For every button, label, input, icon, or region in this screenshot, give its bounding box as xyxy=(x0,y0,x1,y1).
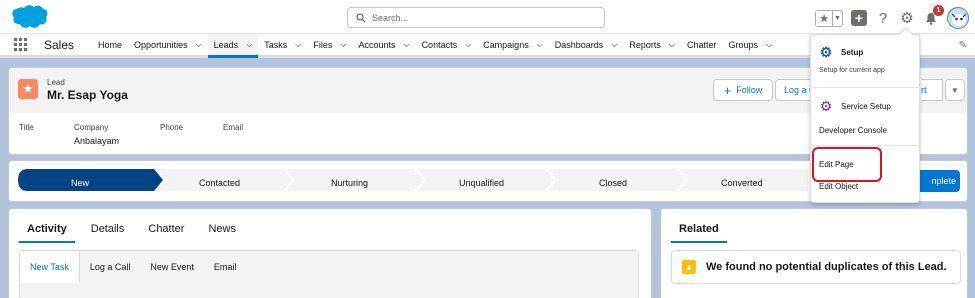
global-header: Search... ★ ▼ + ? ⚙ 1 xyxy=(0,0,975,34)
field-label-company: Company xyxy=(74,123,109,132)
setup-menu-item-service-setup[interactable]: ⚙ Service Setup xyxy=(819,97,891,114)
tab-details[interactable]: Details xyxy=(83,217,133,243)
search-icon xyxy=(356,12,366,22)
nav-item-leads[interactable]: Leads ⌵ xyxy=(207,34,259,58)
subtab-new-event[interactable]: New Event xyxy=(140,251,204,283)
chevron-down-icon[interactable]: ⌵ xyxy=(766,40,772,50)
gear-icon: ⚙ xyxy=(819,97,833,114)
nav-item-contacts[interactable]: Contacts ⌵ xyxy=(416,33,478,57)
mark-complete-button[interactable]: nplete xyxy=(914,170,960,192)
field-label-email: Email xyxy=(223,123,244,132)
subtab-log-a-call[interactable]: Log a Call xyxy=(80,251,141,283)
star-icon: ★ xyxy=(816,10,833,26)
path-stage-label[interactable]: Contacted xyxy=(199,178,240,188)
activity-panel: Activity Details Chatter News New Task L… xyxy=(8,208,652,298)
tab-news[interactable]: News xyxy=(200,217,244,243)
favorites-button[interactable]: ★ ▼ xyxy=(815,9,843,27)
follow-button[interactable]: + Follow xyxy=(713,79,773,101)
subtab-new-task[interactable]: New Task xyxy=(20,251,80,283)
global-actions-plus-icon[interactable]: + xyxy=(851,10,867,26)
path-stage-label[interactable]: Closed xyxy=(599,178,627,188)
nav-item-tasks[interactable]: Tasks ⌵ xyxy=(258,33,307,57)
subtab-email[interactable]: Email xyxy=(204,251,247,283)
nav-item-chatter[interactable]: Chatter xyxy=(681,33,723,57)
chevron-down-icon[interactable]: ⌵ xyxy=(246,40,252,50)
edit-nav-pencil-icon[interactable]: ✎ xyxy=(959,40,967,51)
field-value-company: Anbalayam xyxy=(74,136,120,146)
help-icon[interactable]: ? xyxy=(875,9,891,27)
convert-button[interactable]: rt xyxy=(921,79,943,101)
lead-star-icon: ★ xyxy=(18,79,38,99)
setup-menu-item-developer-console[interactable]: Developer Console xyxy=(819,126,887,135)
chevron-down-icon[interactable]: ▼ xyxy=(833,11,842,26)
field-label-phone: Phone xyxy=(160,123,184,132)
tab-activity[interactable]: Activity xyxy=(19,217,75,243)
nav-item-reports[interactable]: Reports ⌵ xyxy=(623,33,681,57)
chevron-down-icon[interactable]: ⌵ xyxy=(295,40,301,50)
path-stage-label[interactable]: Nurturing xyxy=(331,178,368,188)
chevron-down-icon[interactable]: ⌵ xyxy=(669,40,675,50)
nav-item-dashboards[interactable]: Dashboards ⌵ xyxy=(549,33,624,57)
chevron-down-icon[interactable]: ⌵ xyxy=(537,40,543,50)
search-placeholder: Search... xyxy=(372,12,409,23)
duplicate-warning-icon: ▲ xyxy=(682,260,696,274)
related-panel: Related ▲ We found no potential duplicat… xyxy=(660,208,968,298)
path-stage-label[interactable]: New xyxy=(71,178,89,188)
record-type-label: Lead xyxy=(47,78,65,87)
nav-item-opportunities[interactable]: Opportunities ⌵ xyxy=(128,33,208,57)
notification-bell-icon[interactable]: 1 xyxy=(923,5,944,27)
nav-item-campaigns[interactable]: Campaigns ⌵ xyxy=(477,33,549,57)
gear-icon[interactable]: ⚙ xyxy=(899,9,915,27)
app-launcher-icon[interactable] xyxy=(14,37,28,52)
nav-item-groups[interactable]: Groups ⌵ xyxy=(723,33,779,57)
search-input[interactable]: Search... xyxy=(347,7,605,28)
chevron-down-icon[interactable]: ⌵ xyxy=(196,40,202,50)
tab-related[interactable]: Related xyxy=(671,217,727,243)
notification-badge: 1 xyxy=(933,5,944,16)
duplicate-message: We found no potential duplicates of this… xyxy=(706,261,947,273)
more-actions-chevron-icon[interactable]: ▼ xyxy=(945,79,965,101)
path-stage-new xyxy=(18,169,163,191)
chevron-down-icon[interactable]: ⌵ xyxy=(611,40,617,50)
tab-chatter[interactable]: Chatter xyxy=(140,217,192,243)
highlight-annotation-box xyxy=(812,147,882,182)
chevron-down-icon[interactable]: ⌵ xyxy=(465,40,471,50)
setup-subtitle: Setup for current app xyxy=(819,67,885,74)
chevron-down-icon[interactable]: ⌵ xyxy=(403,40,409,50)
activity-composer: New Task Log a Call New Event Email xyxy=(19,250,639,298)
app-name: Sales xyxy=(44,37,75,52)
gear-icon: ⚙ xyxy=(819,43,833,60)
setup-menu-item-edit-object[interactable]: Edit Object xyxy=(819,182,858,191)
nav-item-files[interactable]: Files ⌵ xyxy=(307,33,352,57)
path-stage-label[interactable]: Unqualified xyxy=(459,178,504,188)
setup-menu-item-setup[interactable]: ⚙ Setup xyxy=(819,43,864,60)
path-stage-label[interactable]: Converted xyxy=(721,178,763,188)
field-label-title: Title xyxy=(19,123,34,132)
nav-item-home[interactable]: Home xyxy=(92,33,128,57)
record-name: Mr. Esap Yoga xyxy=(47,88,128,102)
chevron-down-icon[interactable]: ⌵ xyxy=(340,40,346,50)
salesforce-logo[interactable] xyxy=(8,4,48,30)
plus-icon: + xyxy=(723,82,732,98)
avatar[interactable] xyxy=(947,7,969,29)
duplicate-check-card: ▲ We found no potential duplicates of th… xyxy=(671,250,961,284)
nav-item-accounts[interactable]: Accounts ⌵ xyxy=(352,33,415,57)
